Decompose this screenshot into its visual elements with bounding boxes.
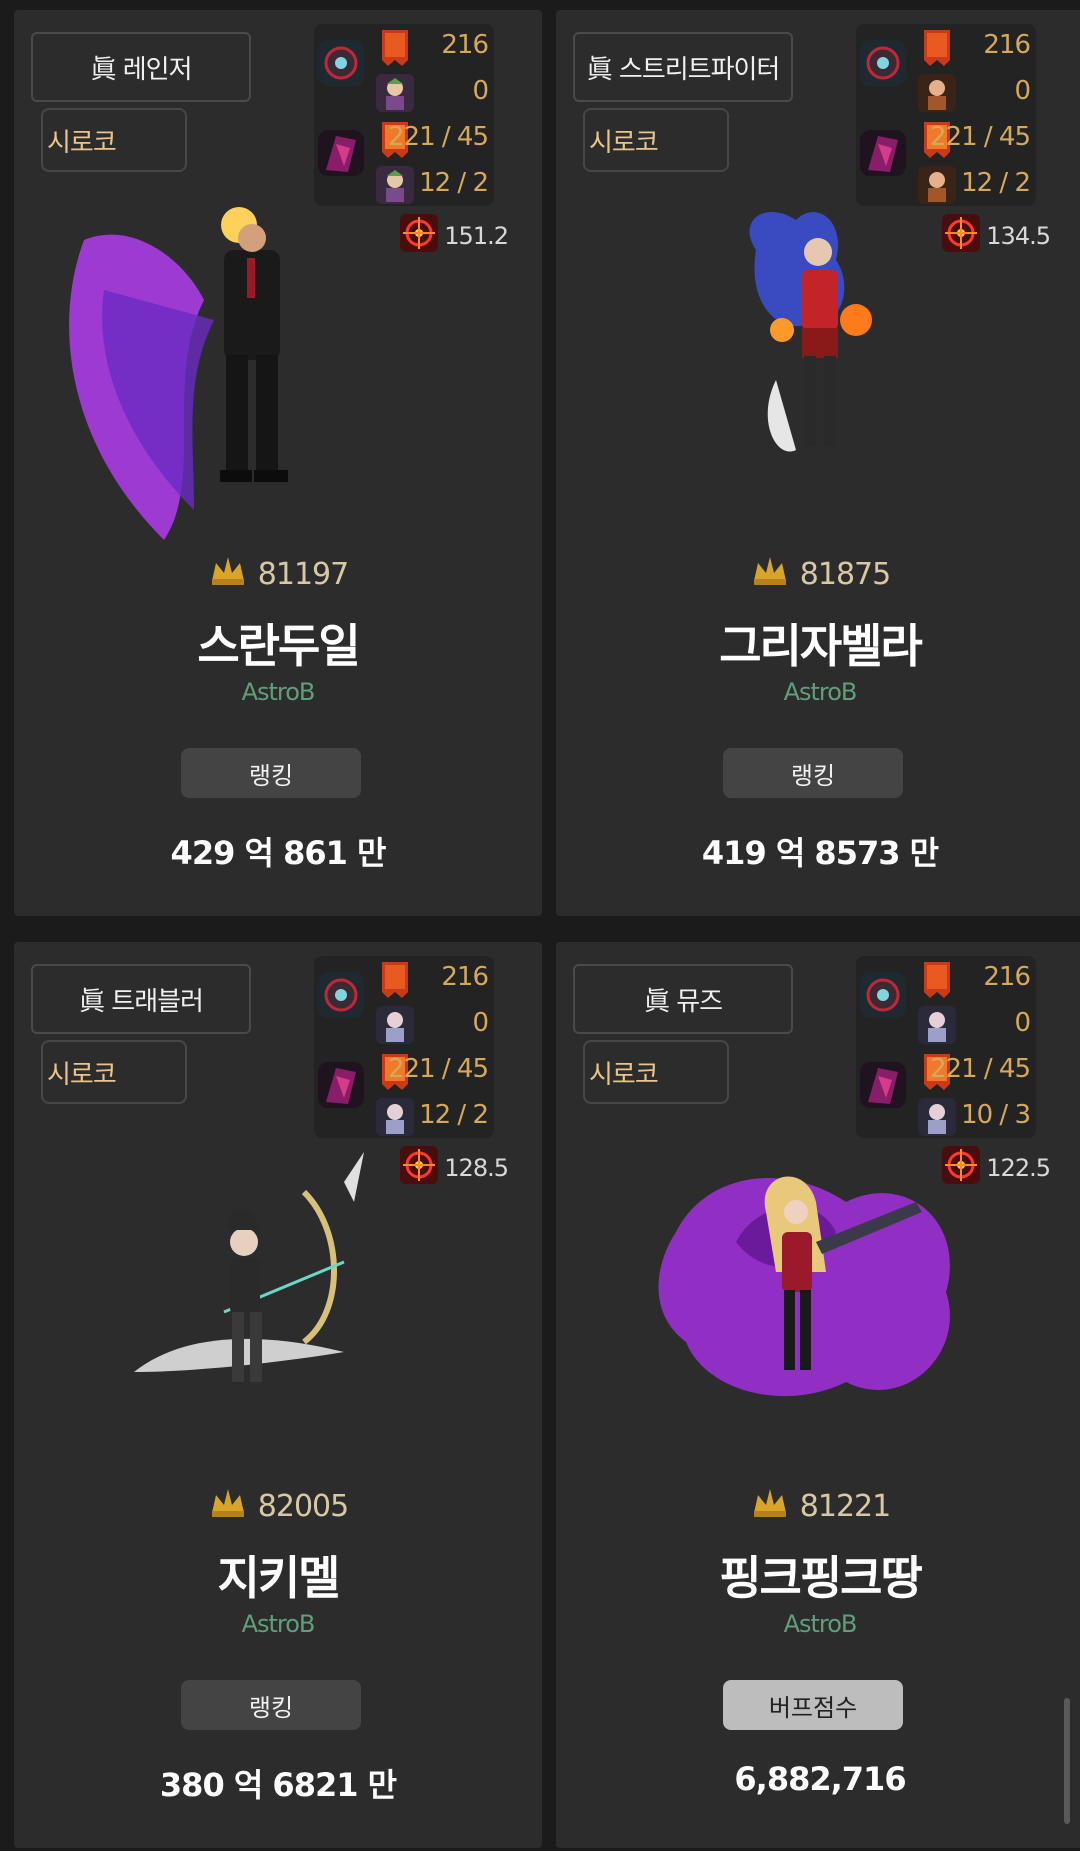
medal-icon	[918, 28, 956, 66]
mist-value: 221 / 45	[930, 122, 1031, 152]
job-button[interactable]: 眞 트래블러	[31, 964, 251, 1034]
mist-value: 221 / 45	[930, 1054, 1031, 1084]
set-points-value: 216	[983, 962, 1031, 992]
fame-value: 81197	[257, 556, 349, 592]
set-points-value: 216	[983, 30, 1031, 60]
medal-icon	[376, 28, 414, 66]
job-button[interactable]: 眞 뮤즈	[573, 964, 793, 1034]
fame-stat: 82005	[14, 1485, 542, 1527]
character-card[interactable]: 眞 트래블러 시로코 216 0 221 / 45 12 / 2 128.5 8…	[14, 942, 542, 1848]
stats-panel: 216 0 221 / 45 12 / 2	[314, 956, 494, 1138]
emblem-icon	[860, 130, 906, 176]
mist-value: 221 / 45	[388, 1054, 489, 1084]
ranking-button[interactable]: 랭킹	[723, 748, 903, 798]
creature-icon	[918, 1006, 956, 1044]
character-name[interactable]: 스란두일	[14, 610, 542, 676]
emblem-icon	[860, 1062, 906, 1108]
character-card[interactable]: 眞 레인저 시로코 216 0 221 / 45 12 / 2 151.2 81…	[14, 10, 542, 916]
score-value: 419 억 8573 만	[701, 834, 939, 872]
fame-crown-icon	[208, 553, 248, 595]
fame-value: 82005	[257, 1488, 349, 1524]
server-badge: 시로코	[41, 1040, 187, 1104]
character-portrait	[586, 180, 1054, 560]
gear-level-value: 0	[472, 76, 489, 106]
score-value: 429 억 861 만	[170, 834, 387, 872]
job-button[interactable]: 眞 레인저	[31, 32, 251, 102]
character-name[interactable]: 핑크핑크땅	[556, 1542, 1080, 1608]
score-value: 6,882,716	[734, 1760, 906, 1798]
character-card[interactable]: 眞 뮤즈 시로코 216 0 221 / 45 10 / 3 122.5 812…	[556, 942, 1080, 1848]
ranking-button[interactable]: 랭킹	[181, 748, 361, 798]
character-name[interactable]: 그리자벨라	[556, 610, 1080, 676]
adventure-name: AstroB	[241, 1610, 316, 1638]
stats-panel: 216 0 221 / 45 12 / 2	[314, 24, 494, 206]
buff-score-button[interactable]: 버프점수	[723, 1680, 903, 1730]
stats-panel: 216 0 221 / 45 12 / 2	[856, 24, 1036, 206]
creature-icon	[918, 74, 956, 112]
server-badge: 시로코	[41, 108, 187, 172]
medal-icon	[918, 960, 956, 998]
medal-icon	[376, 960, 414, 998]
mist-value: 221 / 45	[388, 122, 489, 152]
character-portrait	[586, 1112, 1054, 1492]
fame-stat: 81221	[556, 1485, 1080, 1527]
ranking-button[interactable]: 랭킹	[181, 1680, 361, 1730]
fame-crown-icon	[750, 1485, 790, 1527]
fame-value: 81875	[799, 556, 891, 592]
score-value: 380 억 6821 만	[159, 1766, 397, 1804]
character-grid: 眞 레인저 시로코 216 0 221 / 45 12 / 2 151.2 81…	[0, 0, 1080, 1851]
character-portrait	[44, 180, 512, 560]
character-card[interactable]: 眞 스트리트파이터 시로코 216 0 221 / 45 12 / 2 134.…	[556, 10, 1080, 916]
emblem-icon	[860, 40, 906, 86]
scrollbar[interactable]	[1064, 1698, 1070, 1824]
adventure-name: AstroB	[783, 678, 858, 706]
server-badge: 시로코	[583, 1040, 729, 1104]
server-badge: 시로코	[583, 108, 729, 172]
stats-panel: 216 0 221 / 45 10 / 3	[856, 956, 1036, 1138]
emblem-icon	[318, 40, 364, 86]
fame-stat: 81197	[14, 553, 542, 595]
gear-level-value: 0	[1014, 76, 1031, 106]
set-points-value: 216	[441, 30, 489, 60]
adventure-name: AstroB	[783, 1610, 858, 1638]
emblem-icon	[318, 130, 364, 176]
emblem-icon	[318, 972, 364, 1018]
emblem-icon	[860, 972, 906, 1018]
gear-level-value: 0	[472, 1008, 489, 1038]
fame-crown-icon	[750, 553, 790, 595]
character-portrait	[44, 1112, 512, 1492]
adventure-name: AstroB	[241, 678, 316, 706]
fame-value: 81221	[799, 1488, 891, 1524]
set-points-value: 216	[441, 962, 489, 992]
creature-icon	[376, 1006, 414, 1044]
fame-crown-icon	[208, 1485, 248, 1527]
job-button[interactable]: 眞 스트리트파이터	[573, 32, 793, 102]
gear-level-value: 0	[1014, 1008, 1031, 1038]
creature-icon	[376, 74, 414, 112]
fame-stat: 81875	[556, 553, 1080, 595]
emblem-icon	[318, 1062, 364, 1108]
character-name[interactable]: 지키멜	[14, 1542, 542, 1608]
